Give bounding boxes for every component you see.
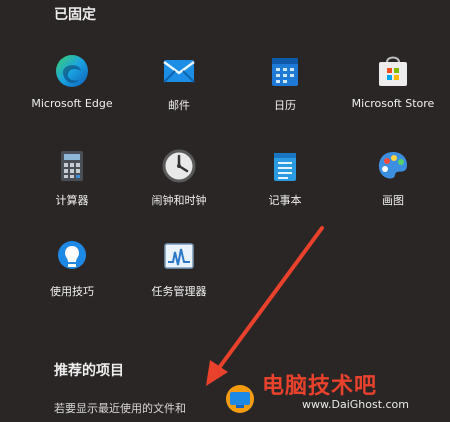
- calculator-icon: [61, 151, 83, 181]
- recommended-hint: 若要显示最近使用的文件和: [54, 402, 186, 415]
- recommended-title: 推荐的项目: [54, 363, 124, 379]
- app-label: 日历: [274, 99, 296, 112]
- calendar-icon: [272, 58, 298, 86]
- store-icon: [379, 56, 407, 86]
- watermark-text: 电脑技术吧: [262, 374, 378, 399]
- watermark-url: www.DaiGhost.com: [302, 398, 410, 411]
- app-label: 任务管理器: [151, 285, 207, 298]
- clock-icon: [162, 149, 196, 183]
- app-label: 使用技巧: [50, 285, 94, 298]
- app-label: 邮件: [168, 99, 190, 112]
- app-label: 记事本: [268, 194, 302, 207]
- app-label: 计算器: [55, 194, 89, 207]
- watermark-logo-icon: [226, 385, 254, 413]
- task-manager-icon: [164, 243, 194, 269]
- paint-icon: [378, 152, 407, 179]
- app-label: 闹钟和时钟: [151, 194, 207, 207]
- mail-icon: [163, 60, 195, 83]
- app-label: 画图: [382, 194, 404, 207]
- app-label: Microsoft Edge: [31, 97, 113, 110]
- app-label: Microsoft Store: [351, 97, 435, 110]
- pinned-title: 已固定: [54, 7, 96, 23]
- edge-icon: [56, 55, 88, 87]
- tips-icon: [58, 241, 86, 269]
- notepad-icon: [274, 153, 296, 181]
